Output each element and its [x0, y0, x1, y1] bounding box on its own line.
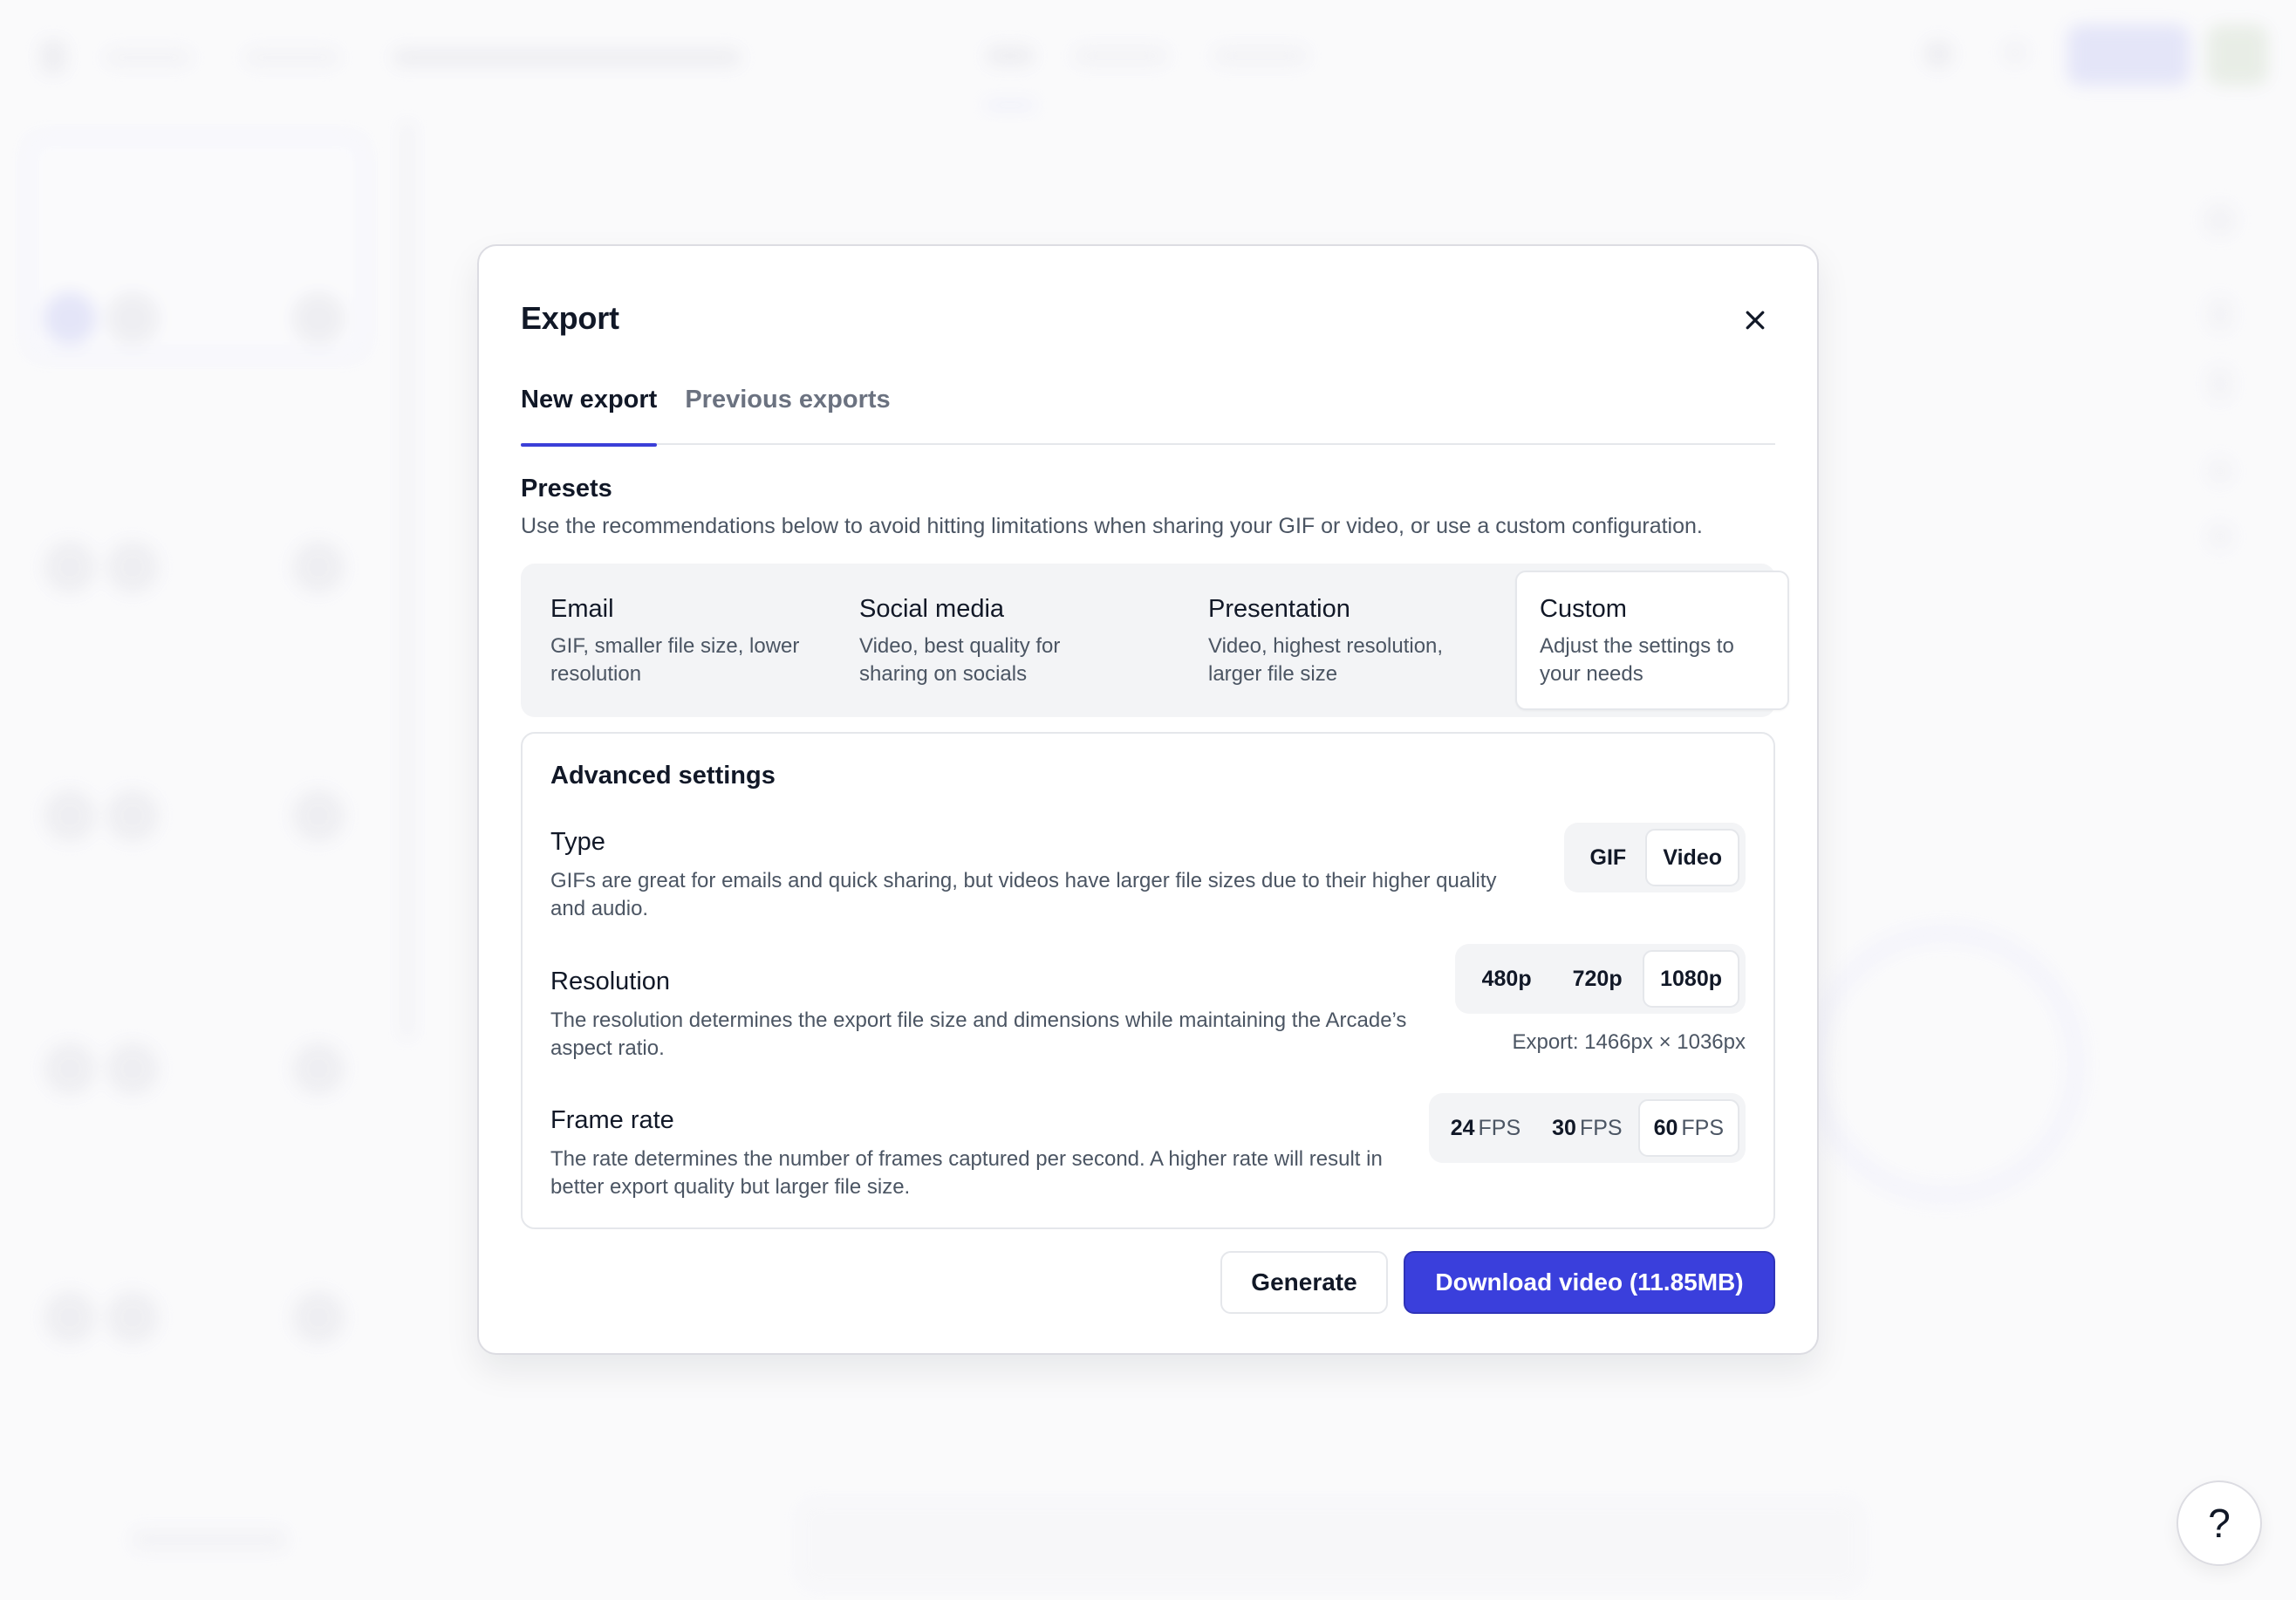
setting-type: Type GIFs are great for emails and quick… [550, 823, 1746, 923]
resolution-option-1080p[interactable]: 1080p [1643, 950, 1739, 1008]
help-button[interactable]: ? [2176, 1480, 2262, 1566]
generate-button[interactable]: Generate [1220, 1251, 1388, 1314]
preset-description: Adjust the settings to your needs [1540, 634, 1734, 686]
modal-footer: Generate Download video (11.85MB) [1220, 1251, 1775, 1314]
export-tabs: New export Previous exports [521, 377, 1775, 447]
preset-custom[interactable]: Custom Adjust the settings to your needs [1515, 571, 1789, 710]
resolution-segmented-control: 480p 720p 1080p [1455, 944, 1746, 1014]
setting-frame-rate: Frame rate The rate determines the numbe… [550, 1093, 1746, 1201]
fps-unit: FPS [1681, 1115, 1724, 1140]
presets-description: Use the recommendations below to avoid h… [521, 514, 1703, 538]
preset-selector: Email GIF, smaller file size, lower reso… [521, 564, 1789, 717]
type-description: GIFs are great for emails and quick shar… [550, 869, 1497, 920]
help-icon: ? [2208, 1501, 2231, 1546]
setting-resolution: Resolution The resolution determines the… [550, 944, 1746, 1063]
frame-rate-option-30[interactable]: 30 FPS [1536, 1099, 1637, 1157]
resolution-description: The resolution determines the export fil… [550, 1009, 1407, 1060]
resolution-option-720p[interactable]: 720p [1552, 950, 1643, 1008]
tab-new-export[interactable]: New export [521, 377, 658, 447]
preset-description: Video, best quality for sharing on socia… [859, 634, 1061, 686]
close-icon [1746, 311, 1765, 330]
export-dimensions: Export: 1466px × 1036px [1512, 1030, 1746, 1054]
resolution-option-480p[interactable]: 480p [1461, 950, 1552, 1008]
preset-email[interactable]: Email GIF, smaller file size, lower reso… [528, 571, 837, 710]
preset-title: Social media [859, 595, 1005, 623]
frame-rate-description: The rate determines the number of frames… [550, 1147, 1383, 1199]
fps-value: 30 [1552, 1115, 1576, 1140]
fps-unit: FPS [1478, 1115, 1521, 1140]
preset-description: Video, highest resolution, larger file s… [1208, 634, 1444, 686]
preset-title: Email [550, 595, 614, 623]
preset-title: Presentation [1208, 595, 1350, 623]
fps-value: 60 [1653, 1115, 1678, 1140]
frame-rate-option-24[interactable]: 24 FPS [1435, 1099, 1536, 1157]
fps-value: 24 [1450, 1115, 1475, 1140]
type-segmented-control: GIF Video [1564, 823, 1746, 892]
advanced-settings-card: Advanced settings Type GIFs are great fo… [521, 732, 1775, 1229]
tab-previous-exports[interactable]: Previous exports [685, 377, 890, 445]
preset-title: Custom [1540, 595, 1627, 623]
advanced-settings-heading: Advanced settings [550, 762, 776, 790]
frame-rate-segmented-control: 24 FPS 30 FPS 60 FPS [1428, 1093, 1746, 1163]
close-button[interactable] [1735, 300, 1775, 340]
type-option-video[interactable]: Video [1645, 829, 1739, 886]
type-option-gif[interactable]: GIF [1570, 829, 1645, 886]
frame-rate-option-60[interactable]: 60 FPS [1637, 1099, 1739, 1157]
fps-unit: FPS [1579, 1115, 1623, 1140]
modal-title: Export [521, 300, 619, 336]
preset-social-media[interactable]: Social media Video, best quality for sha… [837, 571, 1186, 710]
preset-presentation[interactable]: Presentation Video, highest resolution, … [1186, 571, 1515, 710]
presets-heading: Presets [521, 475, 612, 503]
download-video-button[interactable]: Download video (11.85MB) [1404, 1251, 1775, 1314]
export-modal: Export New export Previous exports Prese… [477, 244, 1819, 1355]
preset-description: GIF, smaller file size, lower resolution [550, 634, 800, 686]
